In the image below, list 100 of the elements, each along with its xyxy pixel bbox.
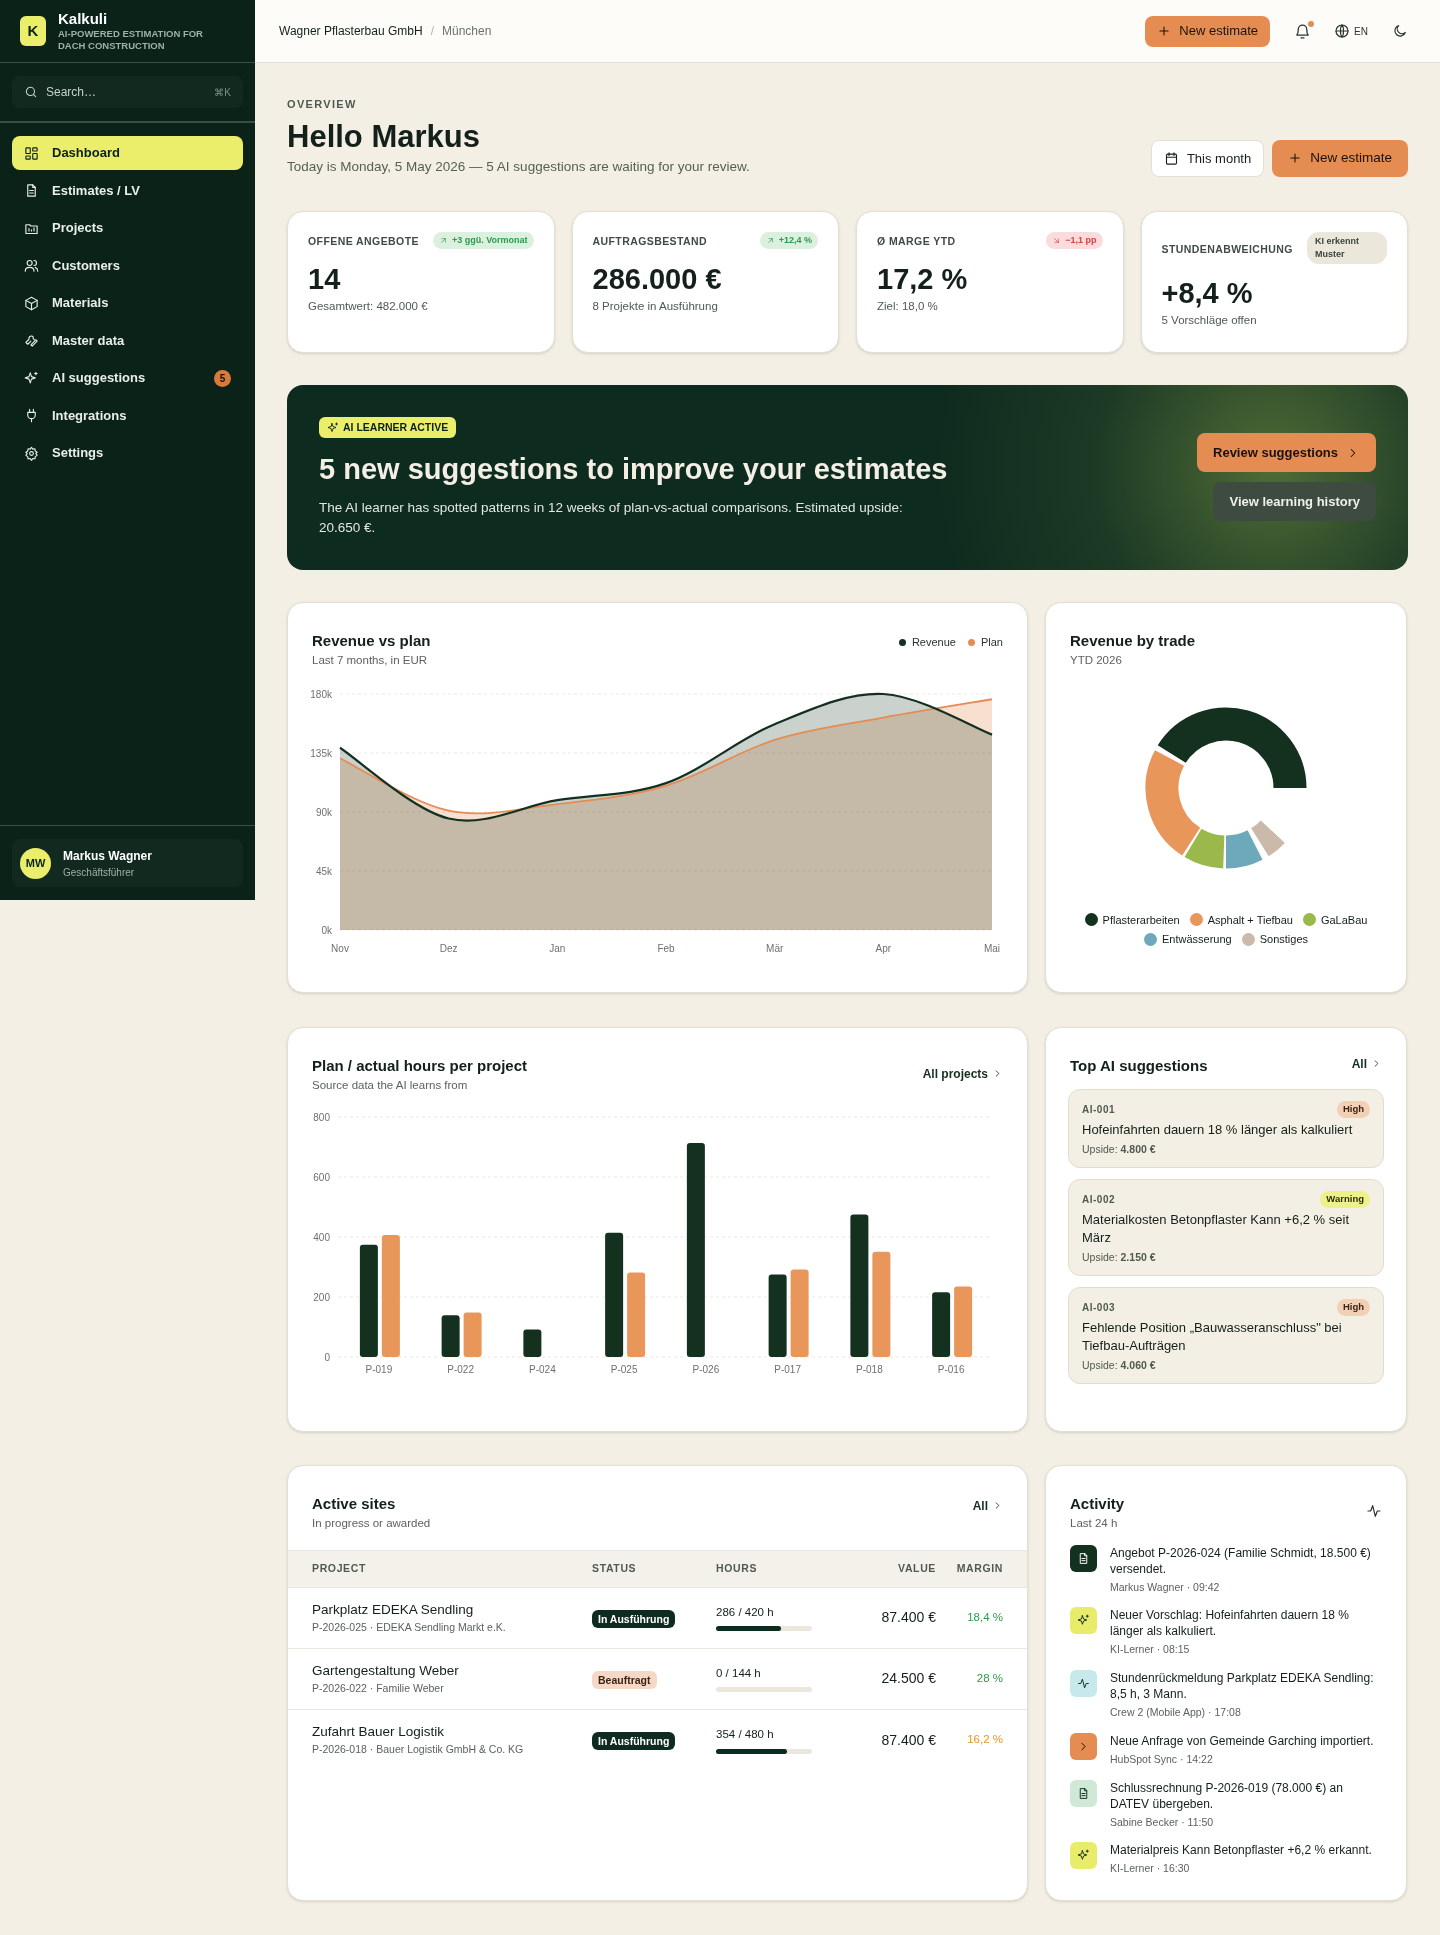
- arrow-up-right-icon: [765, 236, 775, 245]
- axis-label: 45k: [315, 865, 332, 877]
- margin-text: 28 %: [975, 1670, 1003, 1686]
- activity-text: Neuer Vorschlag: Hofeinfahrten dauern 18 % länger als kalkuliert.: [1110, 1607, 1350, 1640]
- kpi-value: 286.000 €: [592, 261, 723, 297]
- view-all-link[interactable]: All: [1351, 1054, 1382, 1073]
- activity-text: Angebot P-2026-024 (Familie Schmidt, 18.500 €) versendet.: [1110, 1544, 1372, 1577]
- nav-item[interactable]: Dashboard: [12, 136, 243, 170]
- activity-text: Schlussrechnung P-2026-019 (78.000 €) an DATEV übergeben.: [1110, 1779, 1344, 1812]
- project-name[interactable]: Parkplatz EDEKA Sendling: [312, 1599, 592, 1620]
- user-card[interactable]: MW Markus Wagner Geschäftsführer: [12, 839, 243, 887]
- priority-badge: Warning: [1320, 1191, 1370, 1208]
- card-subtitle: Source data the AI learns from: [312, 1078, 469, 1094]
- margin-text: 18,4 %: [966, 1609, 1003, 1625]
- card-subtitle: YTD 2026: [1070, 653, 1123, 669]
- suggestion-card[interactable]: AI-002 Warning Materialkosten Betonpflaster Kann +6,2 % seit März Upside: 2.150 €: [1068, 1179, 1384, 1277]
- kpi-note: 8 Projekte in Ausführung: [592, 298, 719, 314]
- axis-label: Jan: [549, 942, 566, 954]
- legend-label: Revenue: [911, 634, 956, 650]
- user-role: Geschäftsführer: [63, 865, 136, 880]
- nav-item[interactable]: Settings: [12, 436, 243, 470]
- pulse-icon: [1077, 1677, 1090, 1690]
- suggestion-card[interactable]: AI-001 High Hofeinfahrten dauern 18 % länger als kalkuliert Upside: 4.800 €: [1068, 1089, 1384, 1169]
- shortcut-hint: ⌘K: [214, 86, 231, 100]
- suggestion-id: AI-002: [1082, 1192, 1115, 1207]
- document-icon: [1077, 1786, 1090, 1800]
- kpi-note: 5 Vorschläge offen: [1161, 312, 1258, 328]
- activity-text: Materialpreis Kann Betonpflaster +6,2 % erkannt.: [1110, 1842, 1372, 1859]
- axis-label: 0k: [321, 924, 332, 936]
- activity-meta: HubSpot Sync · 14:22: [1110, 1751, 1214, 1767]
- axis-label: P-026: [692, 1363, 720, 1375]
- legend-label: Plan: [980, 634, 1003, 650]
- new-estimate-button[interactable]: New estimate: [1145, 15, 1271, 47]
- period-button[interactable]: This month: [1150, 139, 1265, 177]
- column-header: MARGIN: [955, 1560, 1003, 1576]
- review-suggestions-button[interactable]: Review suggestions: [1197, 433, 1376, 473]
- view-all-link[interactable]: All projects: [922, 1064, 1003, 1083]
- location-name[interactable]: München: [441, 22, 492, 40]
- pulse-icon: [1366, 1502, 1382, 1519]
- nav-item[interactable]: Materials: [12, 286, 243, 320]
- axis-label: 180k: [310, 688, 332, 700]
- nav-item[interactable]: Customers: [12, 248, 243, 283]
- activity-meta: KI-Lerner · 16:30: [1110, 1861, 1191, 1877]
- column-header: VALUE: [897, 1560, 936, 1576]
- trend-badge: +12,4 %: [759, 231, 818, 250]
- document-icon: [24, 183, 39, 198]
- view-all-link[interactable]: All: [972, 1496, 1003, 1515]
- cube-icon: [24, 295, 39, 311]
- card-subtitle: In progress or awarded: [312, 1516, 431, 1532]
- axis-label: 200: [313, 1291, 330, 1303]
- priority-badge: High: [1336, 1299, 1370, 1316]
- axis-label: P-024: [529, 1363, 556, 1375]
- project-meta: P-2026-018 · Bauer Logistik GmbH & Co. KG: [312, 1742, 525, 1758]
- document-icon: [1077, 1551, 1090, 1565]
- activity-text: Neue Anfrage von Gemeinde Garching importiert.: [1110, 1732, 1374, 1749]
- suggestion-card[interactable]: AI-003 High Fehlende Position „Bauwasseranschluss" bei Tiefbau-Aufträgen Upside: 4.060 €: [1068, 1287, 1384, 1385]
- suggestion-text: Fehlende Position „Bauwasseranschluss" bei Tiefbau-Aufträgen: [1082, 1318, 1343, 1355]
- banner-text: The AI learner has spotted patterns in 12 weeks of plan-vs-actual comparisons. Estimated upside: 20.650 €.: [319, 498, 904, 537]
- axis-label: P-016: [937, 1363, 965, 1375]
- axis-label: Feb: [657, 942, 675, 954]
- hours-text: 354 / 480 h: [716, 1727, 775, 1743]
- nav-item[interactable]: Integrations: [12, 398, 243, 433]
- new-estimate-button[interactable]: New estimate: [1272, 139, 1408, 177]
- kpi-label: AUFTRAGSBESTAND: [592, 233, 708, 249]
- status-badge: In Ausführung: [592, 1732, 676, 1750]
- kpi-label: Ø MARGE YTD: [877, 233, 956, 249]
- project-name[interactable]: Gartengestaltung Weber: [312, 1660, 592, 1681]
- nav-item[interactable]: Master data: [12, 323, 243, 358]
- trend-badge: −1,1 pp: [1046, 231, 1103, 250]
- plug-icon: [24, 408, 39, 423]
- nav-item[interactable]: Projects: [12, 211, 243, 245]
- calendar-icon: [1163, 150, 1179, 166]
- card-title: Plan / actual hours per project: [312, 1055, 528, 1076]
- notifications-button[interactable]: [1294, 21, 1315, 41]
- learning-history-button[interactable]: View learning history: [1213, 482, 1376, 522]
- sparkle-icon: [24, 370, 39, 386]
- hours-text: 0 / 144 h: [716, 1665, 762, 1681]
- status-tag: AI LEARNER ACTIVE: [319, 416, 457, 439]
- user-name: Markus Wagner: [63, 847, 152, 865]
- card-title: Revenue by trade: [1070, 630, 1197, 651]
- axis-label: 800: [313, 1111, 330, 1123]
- nav-item[interactable]: AI suggestions 5: [12, 361, 243, 395]
- card-title: Revenue vs plan: [312, 630, 431, 651]
- project-meta: P-2026-022 · Familie Weber: [312, 1680, 445, 1696]
- nav-item[interactable]: Estimates / LV: [12, 173, 243, 208]
- theme-toggle[interactable]: [1392, 23, 1408, 39]
- trend-badge: +3 ggü. Vormonat: [432, 231, 534, 250]
- app-name: Kalkuli: [58, 9, 109, 29]
- project-name[interactable]: Zufahrt Bauer Logistik: [312, 1722, 592, 1743]
- kpi-label: OFFENE ANGEBOTE: [308, 233, 419, 249]
- column-header: STATUS: [592, 1560, 638, 1576]
- grid-icon: [24, 145, 39, 161]
- margin-text: 16,2 %: [966, 1732, 1003, 1748]
- company-name[interactable]: Wagner Pflasterbau GmbH: [279, 22, 423, 40]
- kpi-note: Gesamtwert: 482.000 €: [308, 298, 429, 314]
- language-button[interactable]: EN: [1334, 23, 1368, 39]
- axis-label: P-025: [610, 1363, 638, 1375]
- breadcrumb-separator: /: [430, 23, 434, 40]
- activity-meta: Crew 2 (Mobile App) · 17:08: [1110, 1705, 1242, 1720]
- axis-label: P-022: [447, 1363, 474, 1375]
